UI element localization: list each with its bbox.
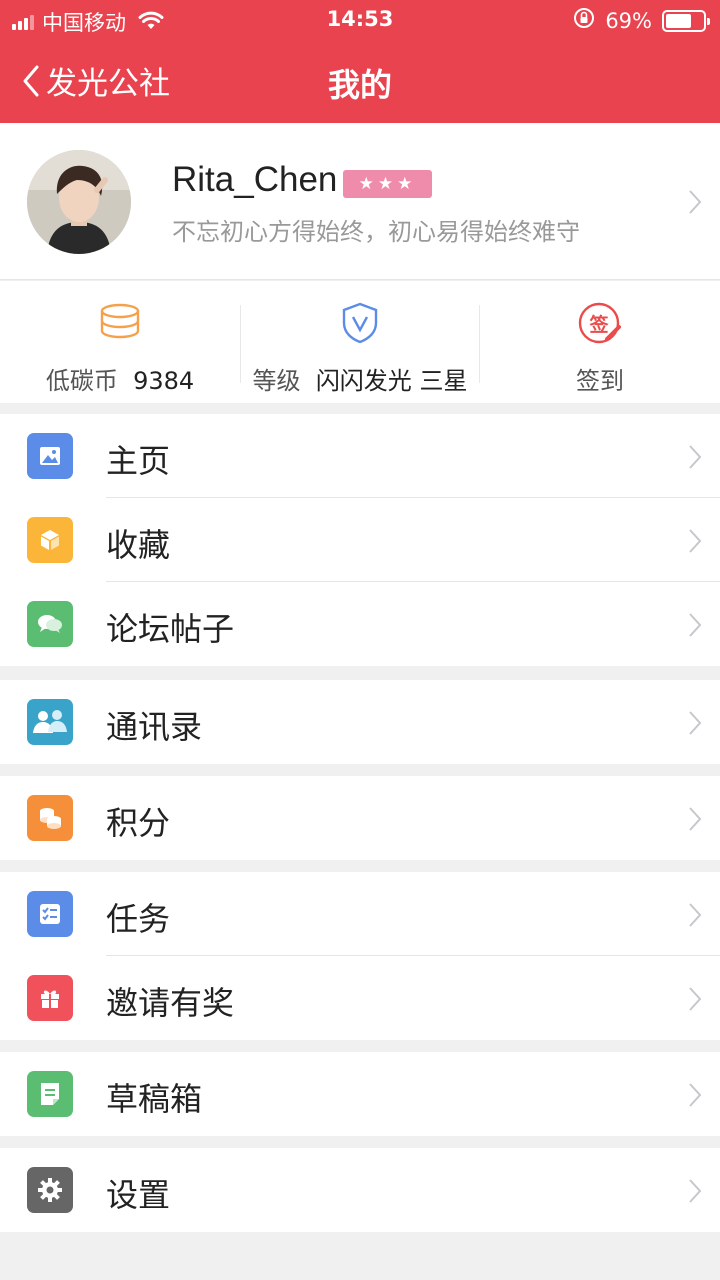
coins-label: 低碳币 (45, 367, 118, 395)
shield-icon (340, 301, 380, 349)
image-icon (27, 433, 73, 479)
document-icon (27, 1071, 73, 1117)
level-label: 等级 (252, 367, 301, 395)
chevron-right-icon (689, 613, 702, 637)
menu-label: 任务 (106, 900, 171, 938)
menu-item-favorites[interactable]: 收藏 (0, 498, 720, 582)
chevron-right-icon (689, 1179, 702, 1203)
chevron-right-icon (689, 903, 702, 927)
menu-label: 通讯录 (106, 708, 203, 746)
menu-group: 主页 收藏 论坛帖子 (0, 414, 720, 666)
coins-text: 低碳币 9384 (0, 361, 240, 396)
rotation-lock-icon (573, 7, 595, 34)
level-stat[interactable]: 等级 闪闪发光 三星 (241, 281, 479, 403)
coins-stack-icon (27, 795, 73, 841)
chevron-right-icon (689, 190, 702, 214)
battery-percent: 69% (605, 8, 652, 33)
menu-item-settings[interactable]: 设置 (0, 1148, 720, 1232)
chevron-right-icon (689, 445, 702, 469)
chevron-right-icon (689, 529, 702, 553)
contacts-icon (27, 699, 73, 745)
battery-icon (662, 9, 710, 32)
menu-item-forum-posts[interactable]: 论坛帖子 (0, 582, 720, 666)
menu-group: 积分 (0, 776, 720, 860)
coins-value: 9384 (133, 367, 195, 395)
menu-label: 收藏 (106, 526, 171, 564)
menu-item-tasks[interactable]: 任务 (0, 872, 720, 956)
chevron-right-icon (689, 1083, 702, 1107)
chevron-right-icon (689, 807, 702, 831)
gift-icon (27, 975, 73, 1021)
chevron-right-icon (689, 987, 702, 1011)
coins-stat[interactable]: 低碳币 9384 (0, 281, 240, 403)
profile-signature: 不忘初心方得始终，初心易得始终难守 (172, 218, 580, 246)
checkin-stat[interactable]: 签 签到 (480, 281, 720, 403)
menu-label: 主页 (106, 442, 171, 480)
menu-label: 设置 (106, 1176, 171, 1214)
menu-group: 通讯录 (0, 680, 720, 764)
menu-item-drafts[interactable]: 草稿箱 (0, 1052, 720, 1136)
menu-item-home[interactable]: 主页 (0, 414, 720, 498)
menu-group: 任务 邀请有奖 (0, 872, 720, 1040)
avatar (27, 150, 131, 254)
checkin-icon: 签 (577, 301, 623, 347)
menu-label: 论坛帖子 (106, 610, 235, 648)
header: 中国移动 14:53 69% 发光公社 我的 (0, 0, 720, 123)
level-text: 等级 闪闪发光 三星 (241, 361, 479, 396)
menu-item-invite[interactable]: 邀请有奖 (0, 956, 720, 1040)
checkin-badge: 签 (589, 314, 609, 336)
profile-card[interactable]: Rita_Chen ★★★ 不忘初心方得始终，初心易得始终难守 (0, 123, 720, 280)
checklist-icon (27, 891, 73, 937)
rating-stars-badge: ★★★ (343, 170, 432, 198)
status-right: 69% (573, 7, 710, 34)
menu-label: 积分 (106, 804, 171, 842)
profile-name: Rita_Chen (172, 160, 338, 199)
stats-bar: 低碳币 9384 等级 闪闪发光 三星 签 签到 (0, 281, 720, 403)
chat-bubbles-icon (27, 601, 73, 647)
coins-icon (98, 301, 142, 349)
menu-label: 邀请有奖 (106, 984, 235, 1022)
level-value: 闪闪发光 三星 (315, 367, 468, 395)
menu-item-points[interactable]: 积分 (0, 776, 720, 860)
menu-group: 草稿箱 (0, 1052, 720, 1136)
page-title: 我的 (327, 66, 392, 104)
chevron-right-icon (689, 711, 702, 735)
box-icon (27, 517, 73, 563)
status-bar: 中国移动 14:53 69% (0, 0, 720, 40)
nav-bar: 发光公社 我的 (0, 40, 720, 123)
menu-item-contacts[interactable]: 通讯录 (0, 680, 720, 764)
checkin-label: 签到 (576, 367, 624, 395)
menu-group: 设置 (0, 1148, 720, 1232)
gear-icon (27, 1167, 73, 1213)
menu-label: 草稿箱 (106, 1080, 203, 1118)
